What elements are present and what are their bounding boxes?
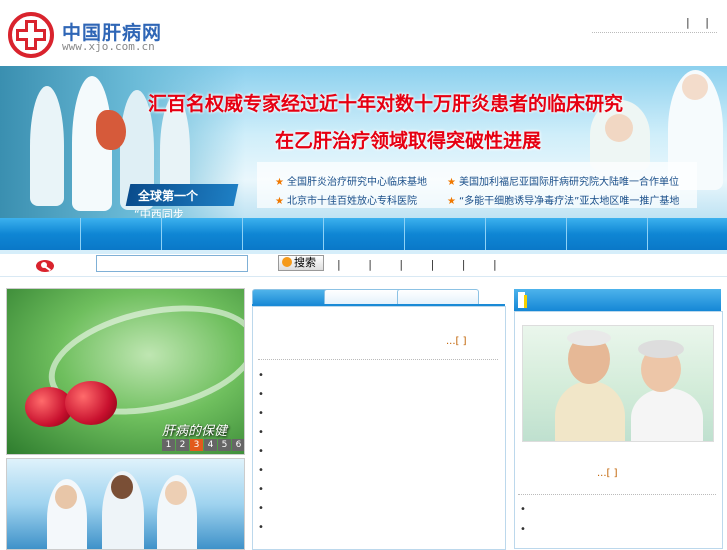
list-item[interactable]: • — [258, 503, 264, 514]
search-button-label: 搜索 — [294, 257, 316, 269]
nav-item[interactable] — [566, 218, 567, 250]
list-item[interactable]: • — [258, 522, 264, 533]
search-input[interactable] — [96, 255, 248, 272]
nav-item[interactable] — [647, 218, 648, 250]
star-icon: ★ — [275, 196, 284, 207]
nav-item[interactable] — [485, 218, 486, 250]
search-button[interactable]: 搜索 — [278, 255, 324, 271]
tab-1[interactable] — [252, 289, 334, 305]
main-nav — [0, 218, 727, 250]
tab-3[interactable] — [397, 289, 479, 305]
star-icon: ★ — [447, 196, 456, 207]
divider — [518, 494, 716, 495]
slideshow-caption: 肝病的保健 — [162, 424, 228, 439]
more-link[interactable]: ...[ ] — [446, 336, 467, 347]
header-marker-accent — [524, 295, 527, 308]
slide-number-button[interactable]: 6 — [232, 439, 244, 451]
slide-number-button-active[interactable]: 3 — [190, 439, 203, 451]
banner-bullet: ★ 美国加利福尼亚国际肝病研究院大陆唯一合作单位 — [447, 177, 679, 188]
ribbon-subtext: “中西同步 — [134, 208, 184, 218]
elderly-couple-photo[interactable] — [522, 325, 714, 442]
red-cross-logo-icon[interactable] — [8, 12, 54, 58]
hot-keyword-links[interactable]: | | | | | | — [337, 258, 509, 271]
more-link[interactable]: ...[ ] — [597, 468, 618, 479]
nav-item[interactable] — [80, 218, 81, 250]
list-item[interactable]: • — [520, 524, 526, 535]
slide-number-button[interactable]: 2 — [176, 439, 189, 451]
slide-number-button[interactable]: 1 — [162, 439, 175, 451]
nav-item[interactable] — [242, 218, 243, 250]
top-links[interactable]: | | — [686, 16, 715, 29]
nav-item[interactable] — [404, 218, 405, 250]
nav-item[interactable] — [323, 218, 324, 250]
slideshow-image[interactable]: 肝病的保健 1 2 3 4 5 6 — [6, 288, 245, 455]
list-item[interactable]: • — [258, 465, 264, 476]
search-icon — [282, 257, 292, 267]
promo-banner[interactable]: 汇百名权威专家经过近十年对数十万肝炎患者的临床研究 在乙肝治疗领域取得突破性进展… — [0, 66, 727, 218]
star-icon: ★ — [447, 177, 456, 188]
medical-team-photo[interactable] — [6, 458, 245, 550]
list-item[interactable]: • — [520, 504, 526, 515]
slide-number-button[interactable]: 5 — [218, 439, 231, 451]
divider — [258, 359, 498, 360]
news-panel — [252, 306, 506, 550]
list-item[interactable]: • — [258, 389, 264, 400]
star-icon: ★ — [275, 177, 284, 188]
banner-bullet: ★ 北京市十佳百姓放心专科医院 — [275, 196, 417, 207]
banner-subheadline: 在乙肝治疗领域取得突破性进展 — [275, 130, 542, 152]
slide-number-button[interactable]: 4 — [204, 439, 217, 451]
banner-bullet: ★ “多能干细胞诱导净毒疗法”亚太地区唯一推广基地 — [447, 196, 680, 207]
nav-item[interactable] — [161, 218, 162, 250]
list-item[interactable]: • — [258, 370, 264, 381]
search-badge-icon — [36, 260, 54, 272]
tab-2[interactable] — [324, 289, 406, 305]
divider — [0, 276, 727, 277]
list-item[interactable]: • — [258, 484, 264, 495]
list-item[interactable]: • — [258, 427, 264, 438]
banner-bullet: ★ 全国肝炎治疗研究中心临床基地 — [275, 177, 427, 188]
header-divider — [592, 32, 717, 33]
site-url: www.xjo.com.cn — [62, 40, 155, 53]
banner-headline: 汇百名权威专家经过近十年对数十万肝炎患者的临床研究 — [148, 93, 624, 115]
ribbon-text: 全球第一个 — [138, 189, 199, 203]
news-tabs — [252, 289, 504, 305]
list-item[interactable]: • — [258, 446, 264, 457]
right-panel-header — [514, 289, 721, 311]
list-item[interactable]: • — [258, 408, 264, 419]
cherry — [65, 381, 117, 425]
